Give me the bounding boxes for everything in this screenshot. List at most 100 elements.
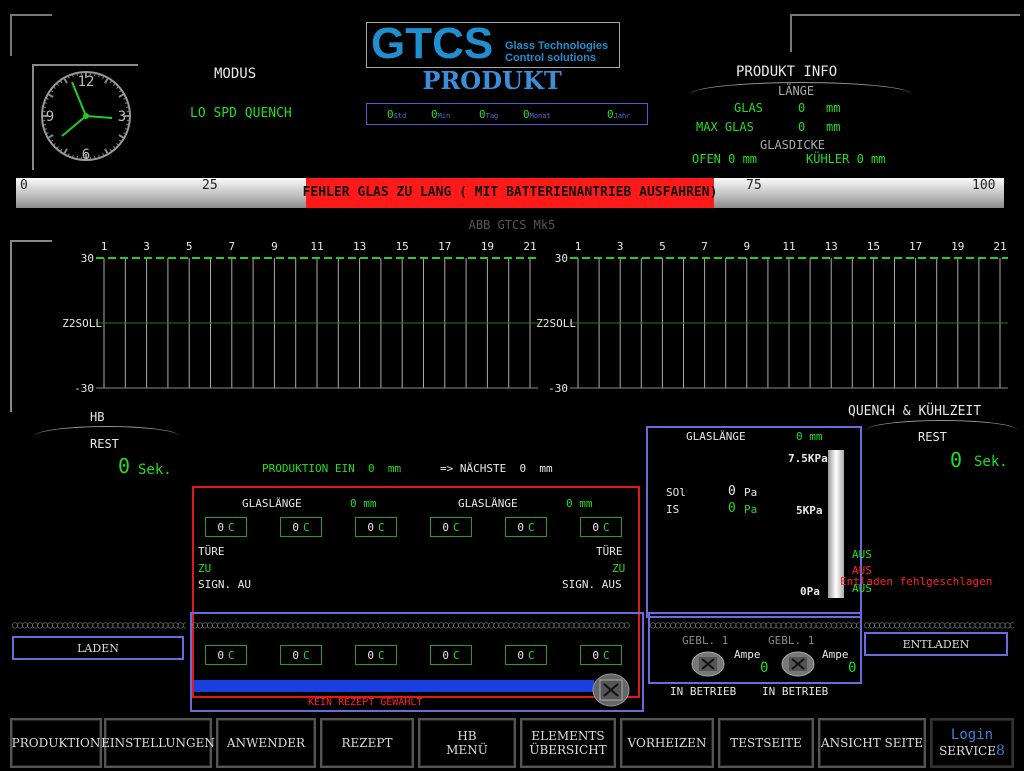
quench-rest-unit: Sek.	[974, 454, 1008, 470]
clock-tick	[44, 128, 48, 130]
chart-tick-label: 19	[481, 240, 494, 253]
laden-button[interactable]: LADEN	[12, 636, 184, 660]
chart-tick-label: 15	[867, 240, 880, 253]
nav-hb-menu[interactable]: HB MENÜ	[418, 718, 516, 768]
chart-ymin-label: -30	[74, 382, 94, 395]
temp-unit: C	[453, 520, 460, 534]
blower2-status: IN BETRIEB	[762, 685, 829, 698]
clock-tick	[124, 102, 128, 104]
soll-unit: Pa	[744, 486, 758, 499]
temp-unit: C	[303, 648, 310, 662]
clock-tick	[98, 74, 100, 78]
nav-rezept[interactable]: REZEPT	[320, 718, 414, 768]
p-mid: 5KPa	[796, 504, 823, 517]
nav-produktion[interactable]: PRODUKTION	[10, 718, 102, 768]
blower1-icon[interactable]	[690, 650, 726, 678]
counter-monat: 0Monat	[523, 108, 551, 121]
glasdicke-label: GLASDICKE	[760, 138, 826, 152]
produkt-info-title: PRODUKT INFO	[736, 64, 838, 80]
nav-anwender[interactable]: ANWENDER	[216, 718, 316, 768]
aus-1: AUS	[852, 548, 872, 561]
nav-elements-uebersicht[interactable]: ELEMENTS ÜBERSICHT	[520, 718, 616, 768]
chart-tick-label: 13	[825, 240, 838, 253]
temp-unit: C	[528, 520, 535, 534]
modus-label: MODUS	[214, 66, 257, 82]
chart-tick-label: 1	[575, 240, 582, 253]
modus-value: LO SPD QUENCH	[190, 106, 292, 121]
gebl1-label: GEBL. 1	[682, 634, 729, 647]
top-temp-box: 0C	[580, 517, 622, 537]
chart-tick-label: 17	[438, 240, 451, 253]
alarm-text: FEHLER GLAS ZU LANG ( MIT BATTERIENANTRI…	[302, 185, 718, 200]
chart-ymin-label: -30	[548, 382, 568, 395]
temp-unit: C	[303, 520, 310, 534]
login-button[interactable]: Login SERVICE8	[930, 718, 1014, 768]
top-temp-box: 0C	[355, 517, 397, 537]
rezept-status: KEIN REZEPT GEWÄHLT	[308, 697, 423, 708]
entladen-button[interactable]: ENTLADEN	[864, 632, 1008, 656]
aus-3: AUS	[852, 582, 872, 595]
top-temp-box: 0C	[505, 517, 547, 537]
gtcs-logo: GTCS Glass Technologies Control solution…	[366, 19, 620, 68]
nav-ansicht-seite[interactable]: ANSICHT SEITE	[818, 718, 926, 768]
ist-label: IS	[666, 503, 680, 516]
quench-rest-value: 0	[950, 448, 963, 472]
ist-unit: Pa	[744, 503, 758, 516]
max-glas-unit: mm	[826, 120, 841, 134]
gebl2-label: GEBL. 1	[768, 634, 815, 647]
temp-value: 0	[442, 648, 449, 662]
page-title: PRODUKT	[422, 66, 562, 95]
top-temp-box: 0C	[205, 517, 247, 537]
furnace-glaslaenge2-label: GLASLÄNGE	[458, 497, 518, 510]
clock-12: 12	[78, 74, 95, 90]
motor-icon[interactable]	[590, 672, 632, 708]
chart-tick-label: 19	[951, 240, 964, 253]
time-counters: 0Std 0Min 0Tag 0Monat 0Jahr	[366, 103, 648, 125]
hb-label: HB	[90, 410, 105, 424]
login-service: SERVICE	[939, 744, 996, 758]
ist-value: 0	[728, 501, 736, 516]
hb-rest-unit: Sek.	[138, 462, 172, 478]
p-min: 0Pa	[800, 585, 820, 598]
temp-value: 0	[517, 648, 524, 662]
hb-rest-label: REST	[90, 437, 119, 451]
chart-left: 1 3 5 7 9 11 13 15 17 19 2130Z2SOLL-30	[62, 240, 538, 395]
bottom-temp-box: 0C	[580, 645, 622, 665]
frame-corner-tl	[10, 14, 52, 56]
chart-tick-label: 17	[909, 240, 922, 253]
amp2-value: 0	[848, 660, 857, 676]
ampe2-label: Ampe	[822, 648, 849, 661]
hb-rest-value: 0	[118, 454, 131, 478]
max-glas-label: MAX GLAS	[696, 120, 754, 134]
temp-value: 0	[292, 648, 299, 662]
glas-value: 0	[798, 101, 806, 115]
counter-std: 0Std	[387, 108, 407, 121]
right-tuere: TÜRE	[596, 545, 623, 558]
temp-value: 0	[592, 520, 599, 534]
temp-unit: C	[228, 648, 235, 662]
glas-label: GLAS	[734, 101, 763, 115]
nav-vorheizen[interactable]: VORHEIZEN	[620, 718, 714, 768]
produktion-ein: PRODUKTION EIN 0 mm	[262, 462, 402, 475]
naechste: => NÄCHSTE 0 mm	[440, 462, 553, 475]
furnace-load-bar	[194, 680, 594, 692]
nav-einstellungen[interactable]: EINSTELLUNGEN	[101, 718, 215, 768]
counter-jahr: 0Jahr	[607, 108, 631, 121]
progress-bar: 0 25 75 100 FEHLER GLAS ZU LANG ( MIT BA…	[16, 178, 1004, 208]
chart-tick-label: 9	[271, 240, 278, 253]
chart-tick-label: 7	[228, 240, 235, 253]
laenge-label: LÄNGE	[778, 84, 815, 98]
bottom-temp-box: 0C	[205, 645, 247, 665]
bottom-temp-box: 0C	[355, 645, 397, 665]
nav-testseite[interactable]: TESTSEITE	[718, 718, 814, 768]
left-tuere: TÜRE	[198, 545, 225, 558]
furnace-glaslaenge-label: GLASLÄNGE	[242, 497, 302, 510]
right-sign: SIGN. AUS	[562, 578, 622, 591]
login-level: 8	[996, 743, 1005, 759]
temp-value: 0	[367, 648, 374, 662]
furnace-glaslaenge2-value: 0 mm	[566, 497, 593, 510]
blower2-icon[interactable]	[780, 650, 816, 678]
login-label: Login	[950, 727, 994, 743]
chart-tick-label: 3	[143, 240, 150, 253]
clock-tick	[98, 154, 100, 158]
